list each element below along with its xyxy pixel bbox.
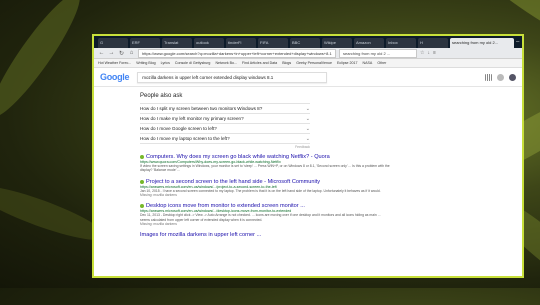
menu-icon[interactable]: ≡ bbox=[433, 50, 436, 56]
visited-dot-icon bbox=[140, 204, 144, 209]
bookmark-item[interactable]: Hot Weather Forec... bbox=[98, 61, 131, 65]
feedback-link[interactable]: Feedback bbox=[140, 143, 310, 149]
tab[interactable]: G bbox=[98, 38, 128, 48]
result-snippet: Dec 11, 2013 - Desktop right click -> Vi… bbox=[140, 213, 381, 222]
avatar[interactable] bbox=[509, 73, 516, 81]
reload-icon[interactable]: ↻ bbox=[118, 50, 125, 57]
browser-search-field[interactable]: searching from my old 2 ... bbox=[339, 48, 417, 58]
forward-icon[interactable]: → bbox=[108, 50, 115, 56]
chevron-down-icon: ⌄ bbox=[305, 125, 310, 132]
apps-grid-icon[interactable] bbox=[485, 73, 492, 81]
tab[interactable]: BBC bbox=[290, 38, 320, 48]
bookmark-item[interactable]: Geeky PersonalVenue bbox=[296, 61, 332, 65]
search-result: Project to a second screen to the left h… bbox=[140, 179, 390, 197]
bookmarks-bar: Hot Weather Forec... Writing Blog Lyrics… bbox=[94, 59, 522, 68]
browser-window: G ERF Translat outlook tinderFl FIFA BBC… bbox=[92, 34, 524, 278]
navigation-toolbar: ← → ↻ ⌂ https://www.google.com/search?q=… bbox=[94, 48, 522, 59]
bookmark-item[interactable]: Network Bo... bbox=[215, 61, 237, 65]
tab[interactable]: Amazon bbox=[354, 38, 384, 48]
google-search-input[interactable]: mozilla darkens in upper left corner ext… bbox=[137, 71, 328, 83]
bookmark-item[interactable]: Writing Blog bbox=[136, 61, 155, 65]
tab-bar: G ERF Translat outlook tinderFl FIFA BBC… bbox=[94, 36, 522, 48]
bookmark-item[interactable]: Lyrics bbox=[161, 61, 170, 65]
home-icon[interactable]: ⌂ bbox=[128, 50, 135, 56]
tab[interactable]: Wikipe bbox=[322, 38, 352, 48]
result-missing-terms: Missing: mozilla darkens bbox=[140, 222, 177, 227]
visited-dot-icon bbox=[140, 179, 144, 184]
tab[interactable]: Inbox bbox=[386, 38, 416, 48]
chevron-down-icon: ⌄ bbox=[305, 115, 310, 122]
bookmark-item[interactable]: Eclipse 2017 bbox=[337, 61, 358, 65]
paa-question[interactable]: How do I move Google screen to left? ⌄ bbox=[140, 123, 310, 133]
notifications-icon[interactable] bbox=[497, 73, 504, 81]
download-icon[interactable]: ↓ bbox=[427, 50, 430, 56]
tab[interactable]: ERF bbox=[130, 38, 160, 48]
bookmark-item[interactable]: Blogs bbox=[282, 61, 291, 65]
paa-question-text: How do I move Google screen to left? bbox=[140, 126, 217, 131]
address-bar[interactable]: https://www.google.com/search?q=mozilla+… bbox=[138, 48, 336, 58]
result-title-text[interactable]: Project to a second screen to the left h… bbox=[146, 179, 320, 185]
visited-dot-icon bbox=[140, 155, 144, 159]
people-also-ask-title: People also ask bbox=[140, 93, 183, 99]
paa-question[interactable]: How do I split my screen between two mon… bbox=[140, 103, 310, 113]
back-icon[interactable]: ← bbox=[98, 50, 105, 56]
tab[interactable]: tinderFl bbox=[226, 38, 256, 48]
tab[interactable]: H bbox=[418, 38, 448, 48]
bookmark-item[interactable]: Console di Gettysburg bbox=[175, 61, 211, 65]
bookmark-item[interactable]: Other bbox=[377, 61, 386, 65]
paa-question[interactable]: How do I make my left monitor my primary… bbox=[140, 113, 310, 123]
result-snippet: Jan 10, 2015 - I have a second screen co… bbox=[140, 188, 381, 193]
bookmark-item[interactable]: NASA bbox=[363, 61, 373, 65]
paa-question-text: How do I move my laptop screen to the le… bbox=[140, 136, 230, 141]
chevron-down-icon: ⌄ bbox=[305, 135, 310, 142]
tab-active[interactable]: searching from my old 2... bbox=[450, 38, 514, 48]
tab[interactable]: FIFA bbox=[258, 38, 288, 48]
background-leaf bbox=[0, 0, 91, 126]
paa-question-text: How do I make my left monitor my primary… bbox=[140, 116, 244, 121]
images-section-link[interactable]: Images for mozilla darkens in upper left… bbox=[140, 232, 522, 238]
paa-question[interactable]: How do I move my laptop screen to the le… bbox=[140, 133, 310, 143]
tab[interactable]: outlook bbox=[194, 38, 224, 48]
chevron-down-icon: ⌄ bbox=[305, 105, 310, 112]
paa-question-text: How do I split my screen between two mon… bbox=[140, 106, 263, 111]
search-result: Computers. Why does my screen go black w… bbox=[140, 154, 390, 173]
google-header-icons bbox=[485, 73, 516, 81]
minimize-button[interactable]: – bbox=[516, 36, 519, 48]
google-header: Google mozilla darkens in upper left cor… bbox=[94, 68, 522, 87]
search-result: Desktop icons move from monitor to exten… bbox=[140, 203, 390, 226]
window-controls: – □ ✕ bbox=[516, 36, 522, 48]
result-missing-terms: Missing: mozilla darkens bbox=[140, 193, 177, 198]
star-icon[interactable]: ☆ bbox=[420, 50, 424, 56]
bookmark-item[interactable]: Find Articles and Data bbox=[242, 61, 277, 65]
google-logo[interactable]: Google bbox=[100, 72, 130, 82]
search-results: People also ask How do I split my screen… bbox=[94, 87, 522, 238]
tab[interactable]: Translat bbox=[162, 38, 192, 48]
result-snippet: If video the screen saving settings in W… bbox=[140, 164, 390, 173]
